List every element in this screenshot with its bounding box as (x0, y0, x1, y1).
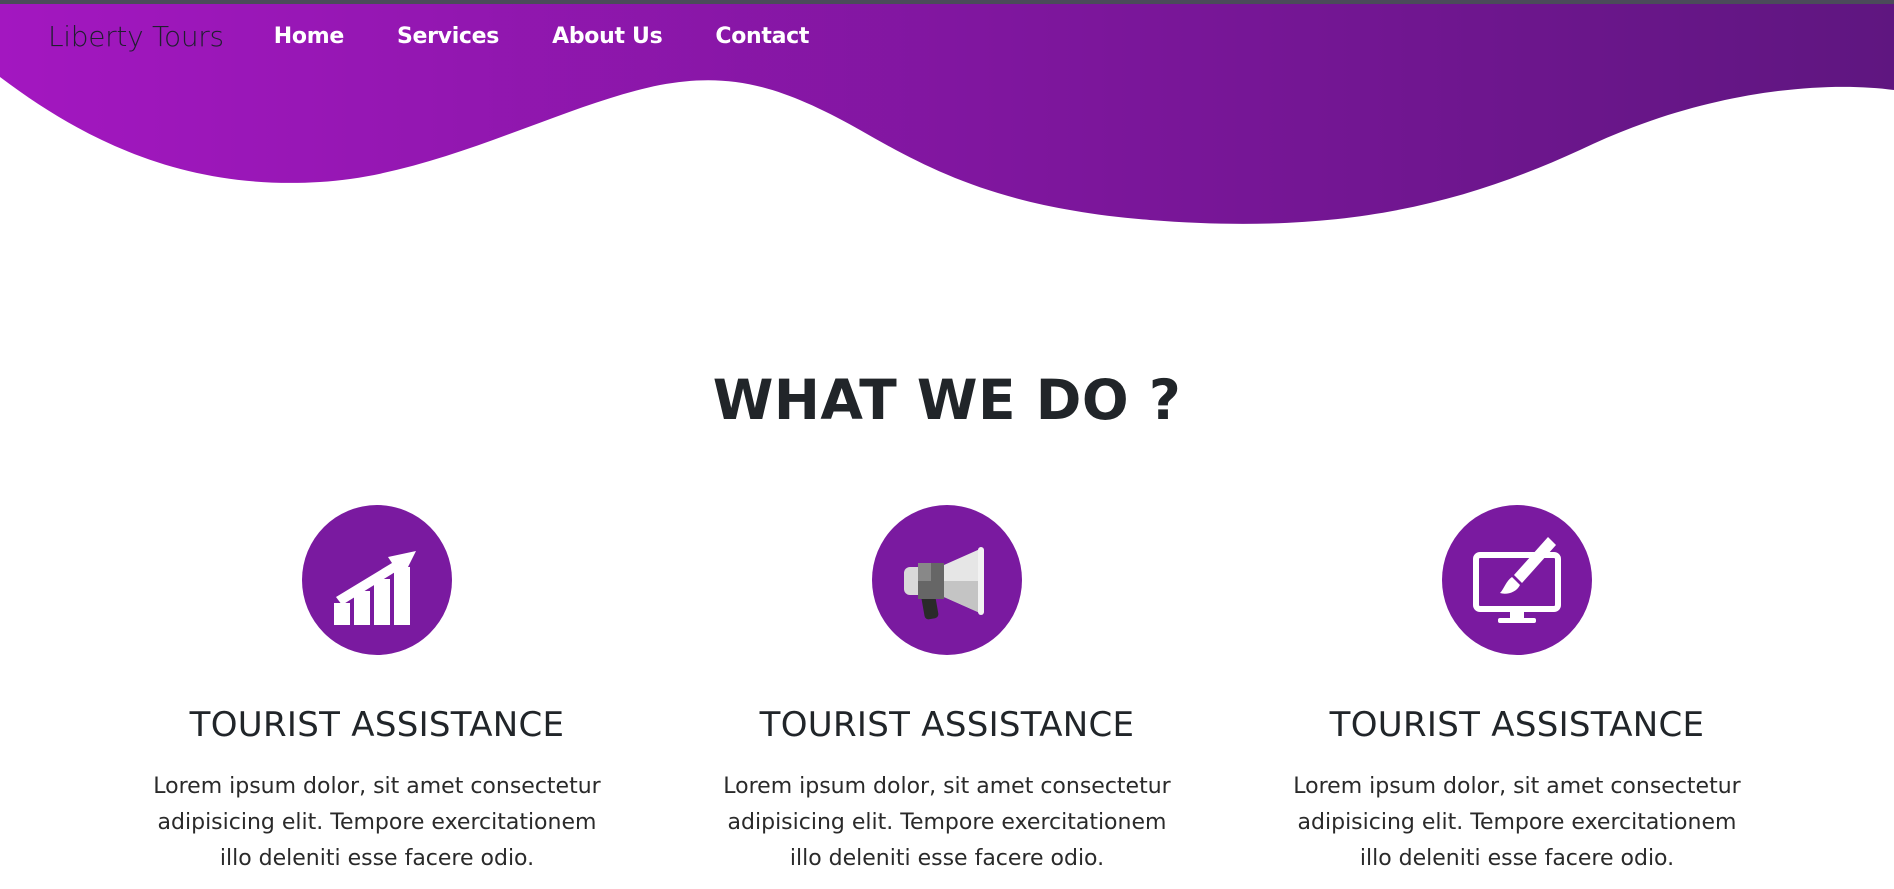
service-title: TOURIST ASSISTANCE (759, 705, 1135, 745)
page: Liberty Tours Home Services About Us Con… (0, 0, 1894, 889)
nav-home[interactable]: Home (274, 24, 344, 49)
service-card: TOURIST ASSISTANCE Lorem ipsum dolor, si… (127, 505, 627, 877)
service-title: TOURIST ASSISTANCE (1329, 705, 1705, 745)
nav-services[interactable]: Services (397, 24, 499, 49)
monitor-design-icon (1442, 505, 1592, 655)
window-top-border (0, 0, 1894, 4)
brand-logo[interactable]: Liberty Tours (48, 20, 224, 53)
nav-about-us[interactable]: About Us (552, 24, 663, 49)
navbar: Liberty Tours Home Services About Us Con… (0, 0, 862, 72)
service-description: Lorem ipsum dolor, sit amet consectetur … (723, 774, 1171, 871)
nav-contact[interactable]: Contact (715, 24, 809, 49)
service-description: Lorem ipsum dolor, sit amet consectetur … (153, 774, 601, 871)
services-section: TOURIST ASSISTANCE Lorem ipsum dolor, si… (0, 505, 1894, 885)
megaphone-icon (872, 505, 1022, 655)
service-title: TOURIST ASSISTANCE (189, 705, 565, 745)
service-card: TOURIST ASSISTANCE Lorem ipsum dolor, si… (1267, 505, 1767, 877)
growth-chart-icon (302, 505, 452, 655)
service-description: Lorem ipsum dolor, sit amet consectetur … (1293, 774, 1741, 871)
service-card: TOURIST ASSISTANCE Lorem ipsum dolor, si… (697, 505, 1197, 877)
section-title: WHAT WE DO ? (712, 368, 1182, 432)
